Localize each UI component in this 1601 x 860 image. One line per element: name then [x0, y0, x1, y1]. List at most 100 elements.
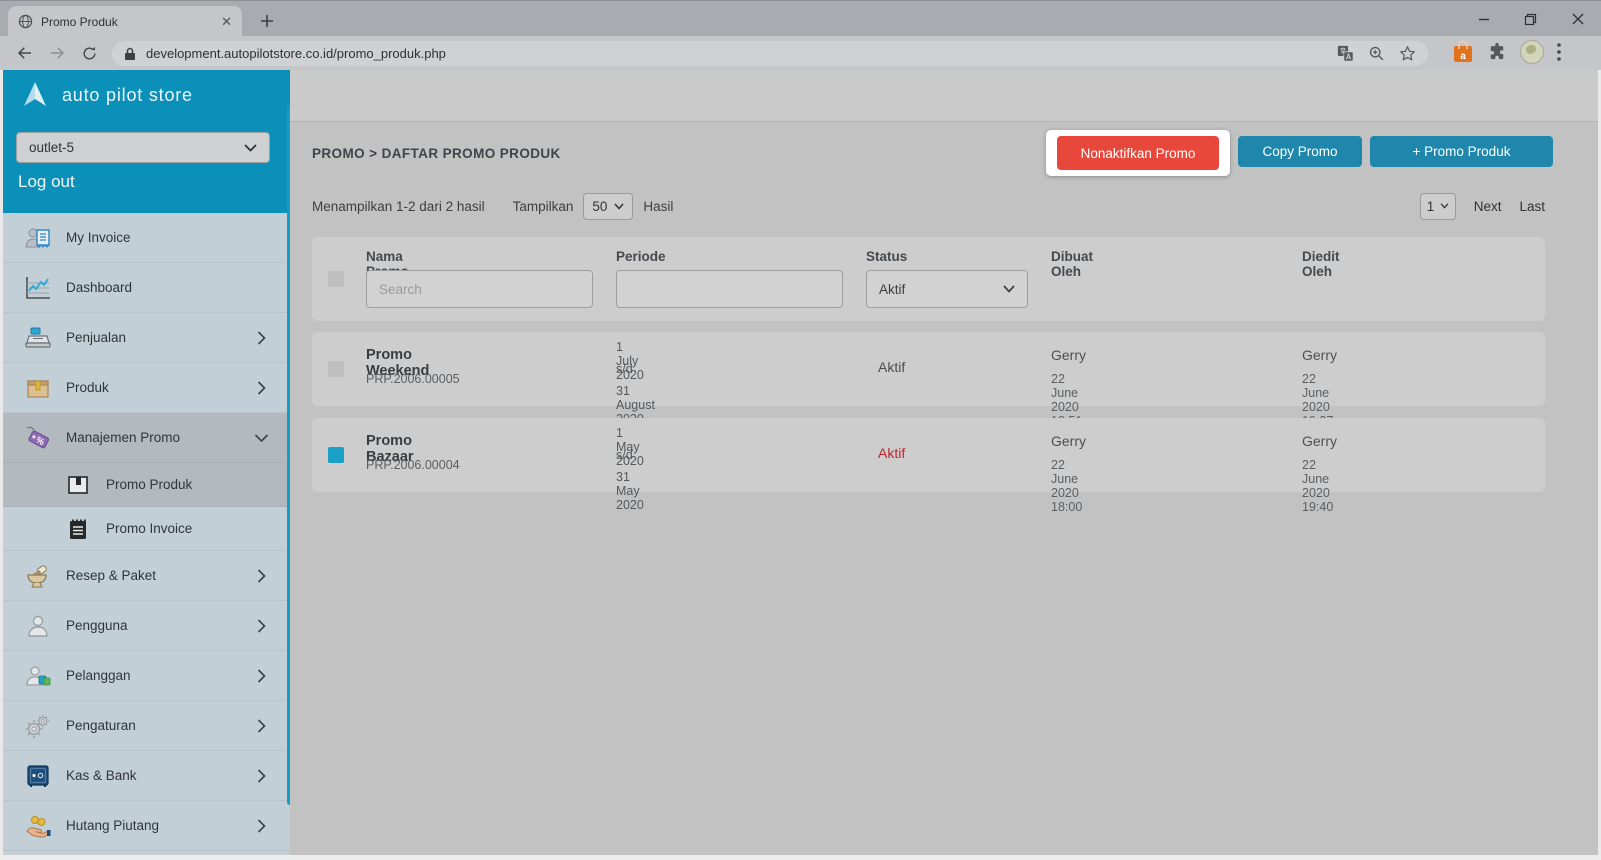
promo-tag-icon: % [22, 425, 54, 451]
gears-icon [22, 713, 54, 739]
restore-icon[interactable] [1507, 1, 1554, 37]
table-row[interactable]: Promo Weekend PRP.2006.00005 1 July 2020… [312, 332, 1545, 406]
table-row[interactable]: Promo Bazaar PRP.2006.00004 1 May 2020 s… [312, 418, 1545, 492]
show-suffix: Hasil [643, 199, 673, 214]
outlet-select[interactable]: outlet-5 [16, 132, 270, 163]
user-icon [22, 613, 54, 639]
status-filter-value: Aktif [879, 282, 905, 297]
bookmark-star-icon[interactable] [1399, 45, 1416, 62]
page-number-select[interactable]: 1 [1420, 193, 1456, 220]
content-top-band [290, 70, 1601, 122]
url-text: development.autopilotstore.co.id/promo_p… [146, 46, 1323, 61]
browser-toolbar: development.autopilotstore.co.id/promo_p… [0, 36, 1601, 70]
sidebar-item-label: Produk [66, 380, 109, 395]
browser-tab[interactable]: Promo Produk ✕ [8, 6, 242, 37]
sidebar-item-label: Pelanggan [66, 668, 131, 683]
periode-filter-input[interactable] [616, 270, 843, 308]
shop-extension-icon[interactable]: a [1452, 40, 1474, 64]
translate-icon[interactable] [1337, 45, 1354, 62]
chevron-right-icon [257, 719, 266, 733]
sidebar-item-hutang-piutang[interactable]: Hutang Piutang [0, 801, 290, 851]
sidebar-item-resep-paket[interactable]: Resep & Paket [0, 551, 290, 601]
chart-icon [22, 275, 54, 301]
reload-icon[interactable] [76, 40, 102, 66]
status-value: Aktif [866, 445, 905, 461]
brand-name: auto pilot store [62, 85, 193, 106]
chevron-right-icon [257, 331, 266, 345]
promo-code: PRP.2006.00005 [366, 372, 460, 386]
customer-bag-icon [22, 663, 54, 689]
sidebar-item-kas-bank[interactable]: Kas & Bank [0, 751, 290, 801]
pagination-last[interactable]: Last [1519, 199, 1545, 214]
sidebar-item-my-invoice[interactable]: My Invoice [0, 213, 290, 263]
breadcrumb: PROMO > DAFTAR PROMO PRODUK [312, 146, 561, 161]
sidebar-item-pengaturan[interactable]: Pengaturan [0, 701, 290, 751]
logout-link[interactable]: Log out [18, 172, 75, 192]
period-separator: s/d [616, 448, 633, 462]
sidebar-item-penjualan[interactable]: Penjualan [0, 313, 290, 363]
brand: auto pilot store [20, 80, 193, 110]
extensions-puzzle-icon[interactable] [1487, 42, 1507, 62]
chevron-down-icon [244, 144, 257, 152]
cash-register-icon [22, 325, 54, 351]
created-by: Gerry [1051, 347, 1086, 363]
chevron-right-icon [257, 669, 266, 683]
page-size-select[interactable]: 50 [583, 193, 633, 220]
sidebar-item-pelanggan[interactable]: Pelanggan [0, 651, 290, 701]
sidebar-item-label: Hutang Piutang [66, 818, 159, 833]
sidebar-item-pengguna[interactable]: Pengguna [0, 601, 290, 651]
sidebar-item-produk[interactable]: Produk [0, 363, 290, 413]
sidebar-item-manajemen-promo[interactable]: % Manajemen Promo [0, 413, 290, 463]
page-body: auto pilot store outlet-5 Log out My Inv… [0, 70, 1601, 855]
search-nama-promo-input[interactable] [366, 270, 593, 308]
sidebar-item-label: Kas & Bank [66, 768, 137, 783]
forward-icon[interactable] [44, 40, 70, 66]
profile-avatar[interactable] [1520, 40, 1544, 64]
sidebar-item-promo-invoice[interactable]: Promo Invoice [0, 507, 290, 551]
new-tab-button[interactable] [256, 10, 278, 32]
window-edge-left [0, 70, 3, 860]
lock-icon[interactable] [124, 47, 136, 61]
sidebar-item-label: Resep & Paket [66, 568, 156, 583]
column-header-dibuat-oleh: Dibuat Oleh [1051, 249, 1093, 279]
minimize-icon[interactable] [1460, 1, 1507, 37]
show-label: Tampilkan [513, 199, 574, 214]
pagination-next[interactable]: Next [1474, 199, 1502, 214]
add-promo-produk-button[interactable]: + Promo Produk [1370, 136, 1553, 167]
mortar-pestle-icon [22, 563, 54, 589]
chevron-right-icon [257, 769, 266, 783]
sidebar-item-dashboard[interactable]: Dashboard [0, 263, 290, 313]
zoom-icon[interactable] [1368, 45, 1385, 62]
created-at: 22 June 2020 18:00 [1051, 458, 1082, 514]
box-icon [22, 375, 54, 401]
page-size-value: 50 [592, 199, 607, 214]
sidebar-item-label: Dashboard [66, 280, 132, 295]
row-checkbox[interactable] [328, 361, 344, 377]
edited-at: 22 June 2020 19:40 [1302, 458, 1333, 514]
copy-promo-button[interactable]: Copy Promo [1238, 136, 1362, 167]
browser-titlebar: Promo Produk ✕ [0, 0, 1601, 36]
results-count-text: Menampilkan 1-2 dari 2 hasil [312, 199, 485, 214]
status-filter-select[interactable]: Aktif [866, 270, 1028, 308]
address-bar[interactable]: development.autopilotstore.co.id/promo_p… [112, 41, 1428, 66]
promo-code: PRP.2006.00004 [366, 458, 460, 472]
period-end: 31 May 2020 [616, 470, 644, 512]
row-checkbox[interactable] [328, 447, 344, 463]
tab-close-icon[interactable]: ✕ [221, 15, 232, 28]
sidebar-header: auto pilot store outlet-5 Log out [0, 70, 290, 213]
page-number-value: 1 [1427, 199, 1435, 214]
deactivate-promo-button[interactable]: Nonaktifkan Promo [1057, 136, 1219, 170]
invoice-person-icon [22, 225, 54, 251]
chevron-right-icon [257, 569, 266, 583]
chevron-down-icon [1440, 203, 1449, 209]
window-edge-bottom [0, 855, 1601, 860]
edited-by: Gerry [1302, 347, 1337, 363]
close-icon[interactable] [1554, 1, 1601, 37]
spotlight-highlight: Nonaktifkan Promo [1046, 130, 1230, 176]
menu-kebab-icon[interactable] [1557, 43, 1561, 61]
sidebar-item-promo-produk[interactable]: Promo Produk [0, 463, 290, 507]
back-icon[interactable] [12, 40, 38, 66]
box-outline-icon [62, 473, 94, 497]
column-header-periode: Periode [616, 249, 666, 264]
select-all-checkbox[interactable] [328, 271, 344, 287]
